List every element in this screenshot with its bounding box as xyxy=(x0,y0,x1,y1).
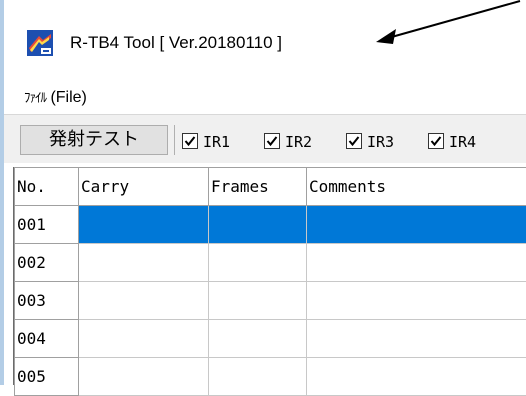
row-number[interactable]: 003 xyxy=(15,282,79,320)
checkbox-ir1[interactable]: IR1 xyxy=(182,133,230,151)
frames-cell[interactable] xyxy=(209,320,307,358)
table-row[interactable]: 001 xyxy=(15,206,526,244)
data-grid: No. Carry Frames Comments 001 002 003 00… xyxy=(14,167,526,396)
app-icon xyxy=(27,30,53,56)
table-row[interactable]: 005 xyxy=(15,358,526,396)
checkbox-ir4[interactable]: IR4 xyxy=(428,133,476,151)
grid-header-row: No. Carry Frames Comments xyxy=(15,168,526,206)
toolbar: 発射テスト IR1 IR2 IR3 IR4 xyxy=(4,114,526,163)
comments-cell[interactable] xyxy=(307,320,526,358)
table-row[interactable]: 003 xyxy=(15,282,526,320)
checkmark-icon xyxy=(182,133,198,149)
comments-cell[interactable] xyxy=(307,358,526,396)
frames-cell[interactable] xyxy=(209,358,307,396)
checkbox-ir1-label: IR1 xyxy=(203,133,230,151)
frames-cell[interactable] xyxy=(209,206,307,244)
table-row[interactable]: 004 xyxy=(15,320,526,358)
checkbox-ir2-label: IR2 xyxy=(285,133,312,151)
carry-cell[interactable] xyxy=(79,206,209,244)
menu-file-en-label: (File) xyxy=(46,89,87,106)
carry-cell[interactable] xyxy=(79,282,209,320)
row-number[interactable]: 004 xyxy=(15,320,79,358)
column-header-no[interactable]: No. xyxy=(15,168,79,206)
comments-cell[interactable] xyxy=(307,244,526,282)
column-header-carry[interactable]: Carry xyxy=(79,168,209,206)
checkbox-ir2[interactable]: IR2 xyxy=(264,133,312,151)
checkmark-icon xyxy=(346,133,362,149)
menu-bar: ﾌｧｲﾙ (File) xyxy=(4,78,526,114)
carry-cell[interactable] xyxy=(79,244,209,282)
checkbox-ir3[interactable]: IR3 xyxy=(346,133,394,151)
comments-cell[interactable] xyxy=(307,282,526,320)
menu-file-jp-label: ﾌｧｲﾙ xyxy=(24,90,46,105)
row-number[interactable]: 001 xyxy=(15,206,79,244)
menu-file[interactable]: ﾌｧｲﾙ (File) xyxy=(24,87,87,107)
carry-cell[interactable] xyxy=(79,320,209,358)
toolbar-separator xyxy=(174,125,175,155)
window-title: R-TB4 Tool [ Ver.20180110 ] xyxy=(70,33,282,53)
carry-cell[interactable] xyxy=(79,358,209,396)
fire-test-button[interactable]: 発射テスト xyxy=(20,125,168,155)
annotation-arrow xyxy=(370,0,526,48)
checkbox-ir4-label: IR4 xyxy=(449,133,476,151)
checkmark-icon xyxy=(428,133,444,149)
row-number[interactable]: 002 xyxy=(15,244,79,282)
checkmark-icon xyxy=(264,133,280,149)
column-header-comments[interactable]: Comments xyxy=(307,168,526,206)
frames-cell[interactable] xyxy=(209,244,307,282)
row-number[interactable]: 005 xyxy=(15,358,79,396)
checkbox-ir3-label: IR3 xyxy=(367,133,394,151)
column-header-frames[interactable]: Frames xyxy=(209,168,307,206)
frames-cell[interactable] xyxy=(209,282,307,320)
table-row[interactable]: 002 xyxy=(15,244,526,282)
comments-cell[interactable] xyxy=(307,206,526,244)
